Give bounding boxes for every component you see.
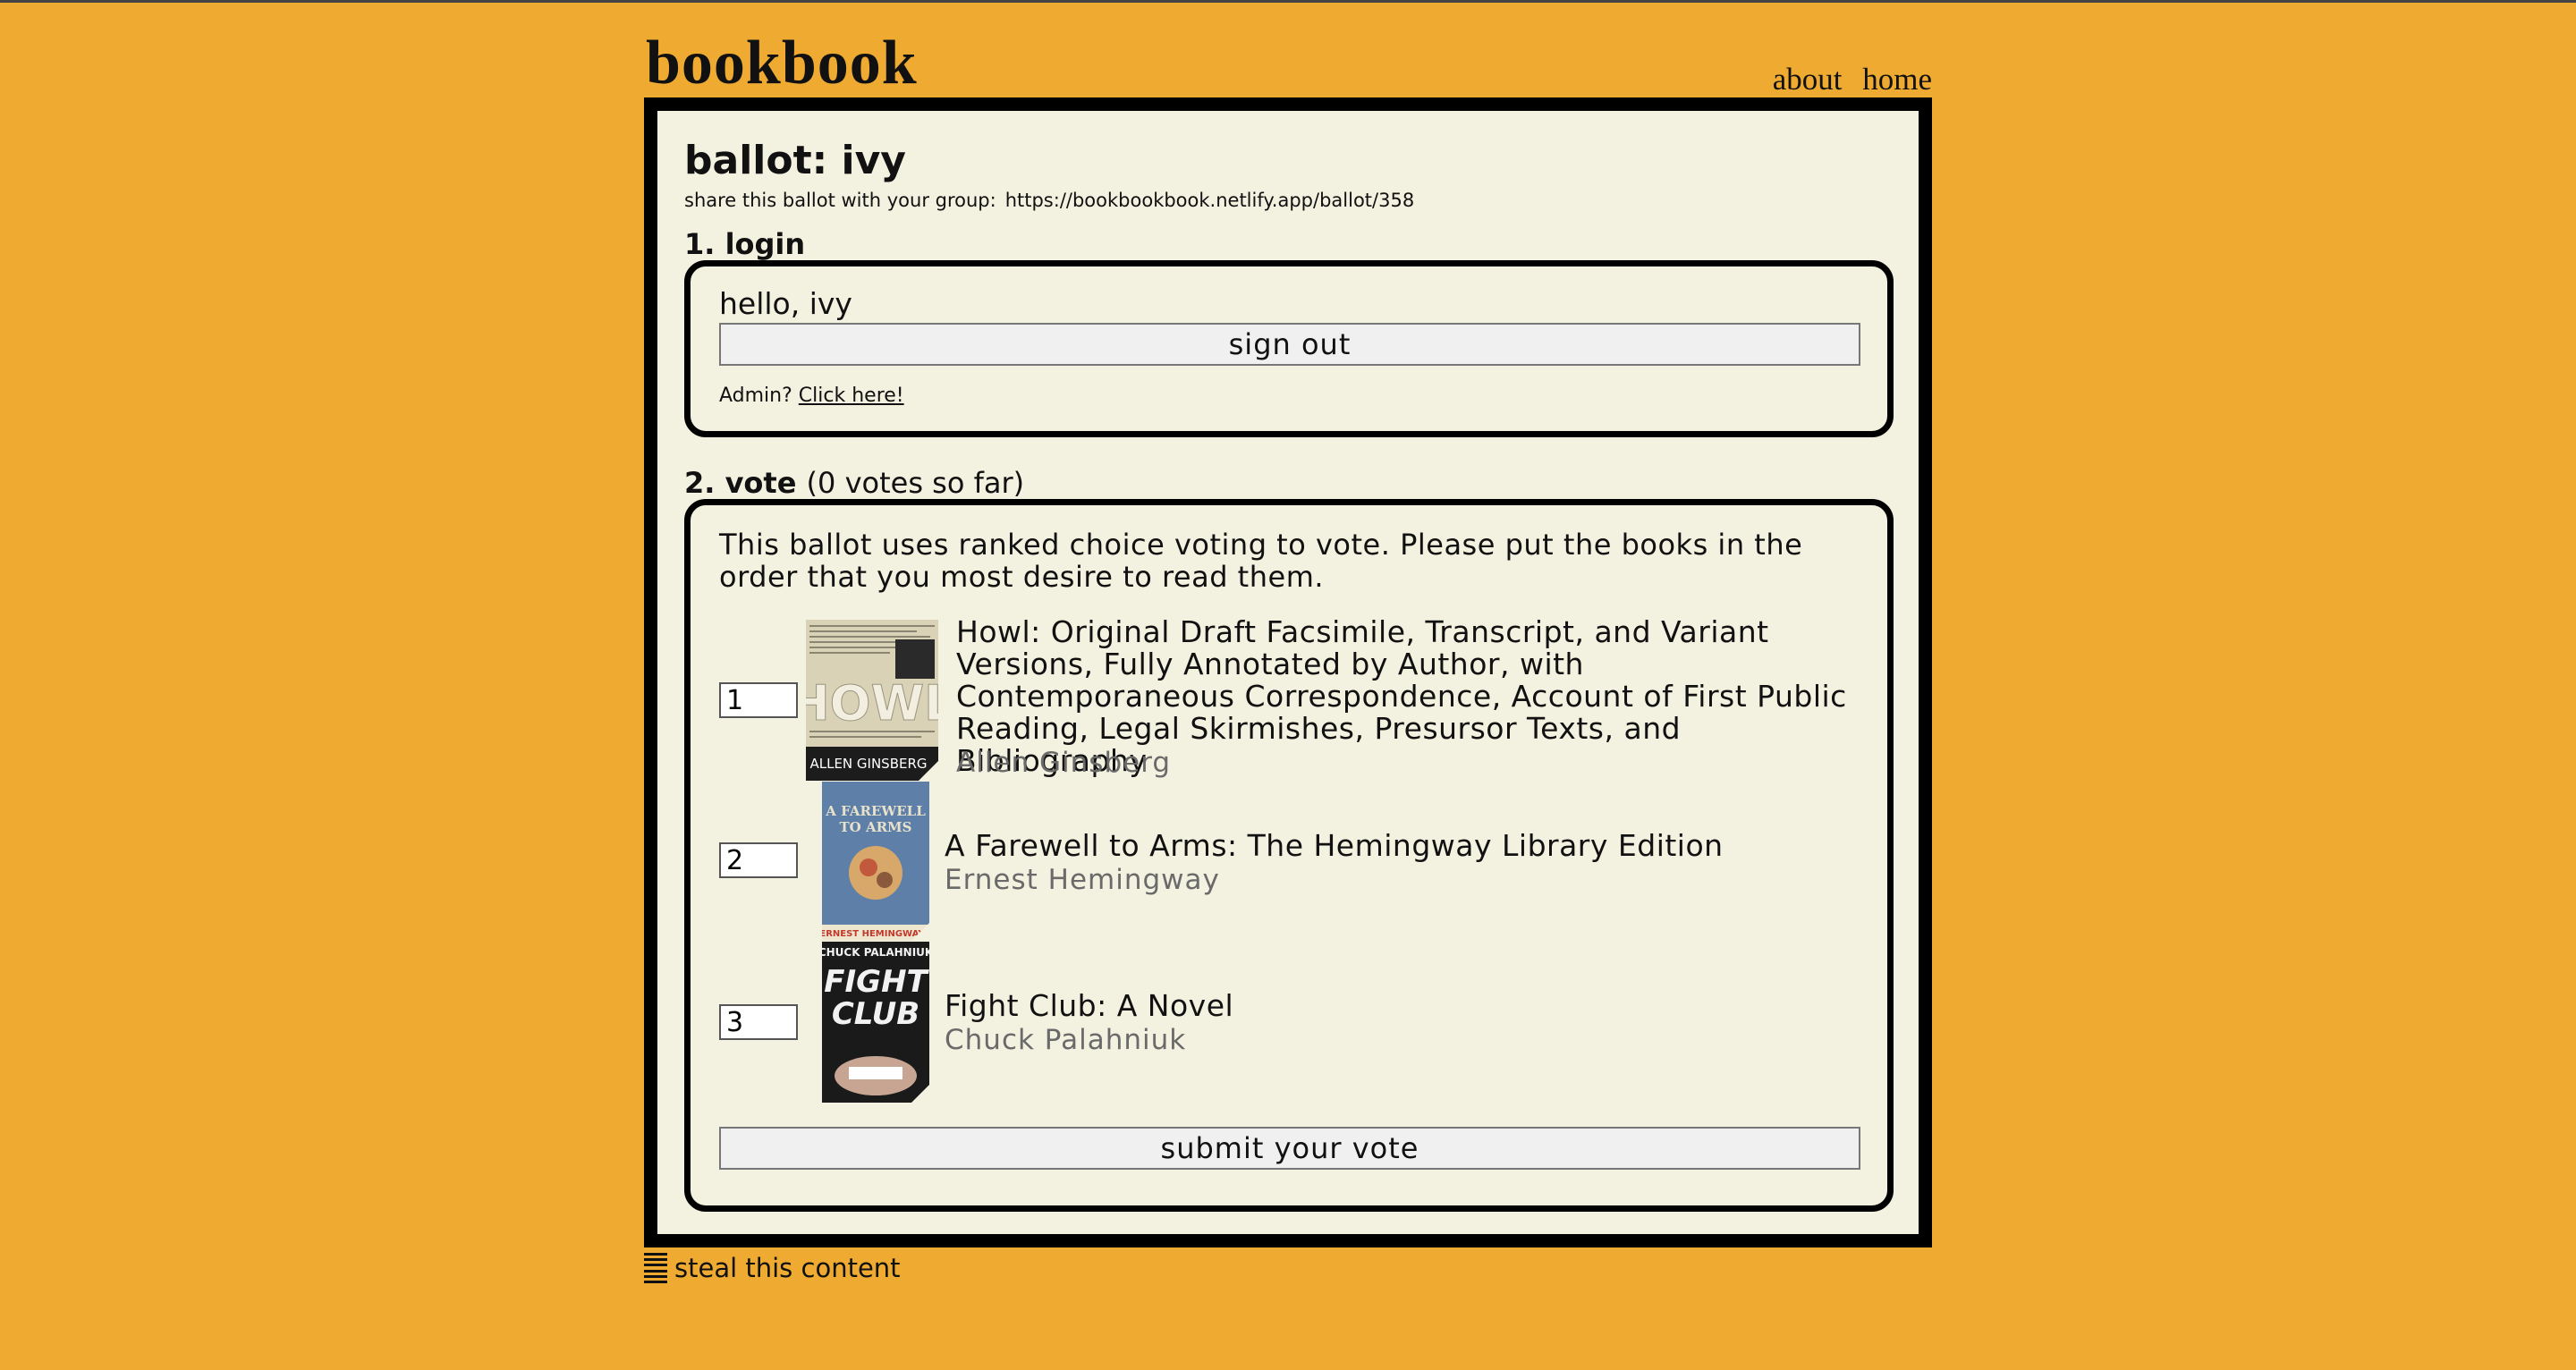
nav-about-link[interactable]: about [1773,62,1843,97]
ballot-item: HOWL ALLEN GINSBERG Howl: Original Draft… [719,616,1873,781]
site-logo[interactable]: bookbook [646,28,918,99]
ballot-frame: ballot: ivy share this ballot with your … [644,97,1932,1247]
rank-input[interactable] [719,1004,798,1040]
book-title: Fight Club: A Novel [945,988,1234,1023]
fight-club-cover-art: CHUCK PALAHNIUK FIGHT CLUB [822,942,929,1103]
farewell-cover-art: A FAREWELL TO ARMS ERNEST HEMINGWAY [822,782,929,941]
nav-home-link[interactable]: home [1862,62,1932,97]
ballot-item: A FAREWELL TO ARMS ERNEST HEMINGWAY A Fa… [719,782,1873,941]
book-author: Ernest Hemingway [945,864,1220,896]
site-footer: steal this content [644,1253,901,1283]
vote-instructions: This ballot uses ranked choice voting to… [719,528,1803,594]
login-section: hello, ivy sign out Admin? Click here! [684,260,1894,437]
login-heading: 1. login [684,227,806,261]
share-url[interactable]: https://bookbookbook.netlify.app/ballot/… [1005,190,1415,211]
svg-text:FIGHT: FIGHT [824,964,929,1000]
share-label: share this ballot with your group: [684,190,996,211]
book-title: A Farewell to Arms: The Hemingway Librar… [945,828,1724,863]
top-nav: about home [1760,62,1932,97]
svg-text:CHUCK PALAHNIUK: CHUCK PALAHNIUK [822,946,929,959]
site-header: bookbook about home [644,28,1932,97]
share-line: share this ballot with your group: https:… [684,190,1423,211]
footer-link[interactable]: steal this content [674,1253,901,1283]
svg-text:A FAREWELL: A FAREWELL [825,803,926,819]
svg-text:ALLEN GINSBERG: ALLEN GINSBERG [809,756,927,772]
menu-icon [644,1253,667,1283]
page-title: ballot: ivy [684,138,906,183]
vote-heading: 2. vote (0 votes so far) [684,466,1024,500]
svg-text:CLUB: CLUB [832,996,919,1032]
book-author: Allen Ginsberg [956,747,1172,779]
ballot-item: CHUCK PALAHNIUK FIGHT CLUB Fight Club: A… [719,942,1873,1103]
book-cover-farewell: A FAREWELL TO ARMS ERNEST HEMINGWAY [822,782,929,941]
book-cover-howl: HOWL ALLEN GINSBERG [806,620,938,781]
svg-text:TO ARMS: TO ARMS [840,819,912,835]
admin-link[interactable]: Click here! [799,385,904,407]
submit-vote-button[interactable]: submit your vote [719,1127,1860,1170]
admin-prompt: Admin? [719,385,792,407]
vote-count: (0 votes so far) [806,466,1025,500]
rank-input[interactable] [719,842,798,878]
book-cover-fight-club: CHUCK PALAHNIUK FIGHT CLUB [822,942,929,1103]
svg-text:ERNEST HEMINGWAY: ERNEST HEMINGWAY [822,929,925,939]
svg-text:HOWL: HOWL [806,675,938,732]
book-author: Chuck Palahniuk [945,1024,1187,1056]
vote-heading-label: 2. vote [684,466,797,500]
ballot-panel: ballot: ivy share this ballot with your … [657,111,1919,1234]
rank-input[interactable] [719,682,798,718]
howl-cover-art: HOWL ALLEN GINSBERG [806,620,938,781]
admin-line: Admin? Click here! [719,385,904,407]
greeting-text: hello, ivy [719,286,852,321]
vote-section: This ballot uses ranked choice voting to… [684,499,1894,1212]
sign-out-button[interactable]: sign out [719,323,1860,366]
